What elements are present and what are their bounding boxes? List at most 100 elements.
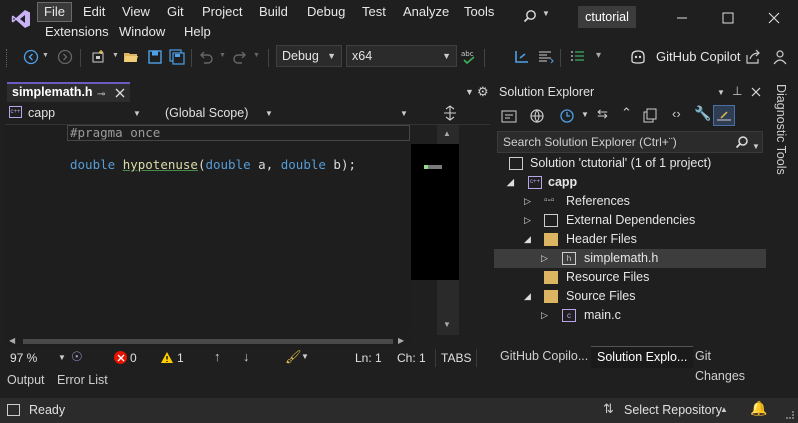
solution-configuration-dropdown[interactable]: Debug ▼ — [276, 45, 342, 67]
close-icon[interactable] — [764, 8, 784, 28]
tab-output[interactable]: Output — [7, 373, 45, 387]
tree-item-references[interactable]: ▷ ▫-▫ References — [494, 192, 766, 211]
scroll-left-icon[interactable]: ◀ — [9, 336, 15, 345]
undo-icon[interactable] — [197, 48, 215, 66]
collapse-all-icon[interactable]: ⌃ — [621, 105, 632, 121]
back-dropdown-icon[interactable]: ▼ — [42, 52, 49, 59]
step-into-icon[interactable] — [512, 48, 532, 66]
tabs-indicator[interactable]: TABS — [435, 349, 478, 367]
diagnostic-tools-side-tab[interactable]: Diagnostic Tools — [768, 82, 798, 368]
warning-count[interactable]: 1 — [177, 351, 184, 365]
collapsed-arrow-icon[interactable]: ▷ — [524, 192, 531, 211]
menu-project[interactable]: Project — [196, 2, 248, 22]
back-icon[interactable] — [22, 48, 40, 66]
menu-test[interactable]: Test — [356, 2, 392, 22]
save-icon[interactable] — [146, 48, 164, 66]
menu-debug[interactable]: Debug — [301, 2, 351, 22]
zoom-dropdown[interactable]: 97 % ▼ — [7, 349, 67, 367]
menu-build[interactable]: Build — [253, 2, 294, 22]
collapsed-arrow-icon[interactable]: ▷ — [541, 306, 548, 325]
tab-simplemath-h[interactable]: simplemath.h ⊸ — [7, 82, 130, 102]
horizontal-scroll-thumb[interactable] — [23, 339, 393, 344]
expanded-arrow-icon[interactable]: ◢ — [507, 173, 514, 192]
menu-help[interactable]: Help — [178, 22, 217, 42]
panel-options-dropdown-icon[interactable]: ▼ — [717, 88, 725, 97]
maximize-icon[interactable] — [718, 8, 738, 28]
source-control-icon[interactable]: ⇅ — [603, 401, 614, 417]
scope-dropdown[interactable]: (Global Scope) ▼ — [148, 104, 280, 123]
new-dropdown-icon[interactable]: ▼ — [112, 52, 119, 59]
tab-list-dropdown-icon[interactable]: ▼ — [465, 87, 474, 97]
horizontal-scrollbar[interactable]: ◀ ▶ — [5, 335, 410, 348]
menu-edit[interactable]: Edit — [77, 2, 111, 22]
redo-dropdown-icon[interactable]: ▼ — [253, 52, 260, 59]
toolbar-overflow-icon[interactable]: ▾ — [596, 50, 601, 61]
show-all-files-icon[interactable] — [641, 107, 659, 125]
menu-extensions[interactable]: Extensions — [39, 22, 115, 42]
redo-icon[interactable] — [231, 48, 249, 66]
tree-item-solution[interactable]: Solution 'ctutorial' (1 of 1 project) — [494, 154, 766, 173]
new-project-icon[interactable] — [88, 48, 108, 66]
error-count[interactable]: 0 — [130, 351, 137, 365]
spell-check-icon[interactable]: abc — [459, 47, 479, 67]
open-folder-icon[interactable] — [122, 48, 140, 66]
view-code-icon[interactable]: ‹› — [672, 106, 681, 121]
tab-solution-explorer[interactable]: Solution Explo... — [591, 346, 694, 368]
tree-item-project-capp[interactable]: ◢ c++ capp — [494, 173, 766, 192]
copilot-label[interactable]: GitHub Copilot — [656, 49, 741, 64]
search-dropdown-icon[interactable]: ▼ — [542, 9, 550, 18]
menu-analyze[interactable]: Analyze — [397, 2, 455, 22]
error-icon[interactable] — [114, 351, 127, 364]
close-tab-icon[interactable] — [114, 86, 126, 100]
copilot-icon[interactable] — [628, 47, 648, 67]
feedback-icon[interactable] — [770, 47, 790, 67]
notifications-bell-icon[interactable]: 🔔 — [750, 400, 767, 417]
scroll-down-icon[interactable]: ▼ — [443, 320, 451, 329]
collapsed-arrow-icon[interactable]: ▷ — [541, 249, 548, 268]
save-all-icon[interactable] — [168, 48, 186, 66]
repository-dropdown-icon[interactable]: ▲ — [720, 405, 728, 414]
column-indicator[interactable]: Ch: 1 — [397, 351, 426, 365]
properties-wrench-icon[interactable]: 🔧 — [694, 105, 711, 122]
search-icon[interactable] — [520, 7, 540, 25]
expanded-arrow-icon[interactable]: ◢ — [524, 287, 531, 306]
home-icon[interactable] — [500, 107, 518, 125]
tree-item-resource-files[interactable]: Resource Files — [494, 268, 766, 287]
previous-issue-icon[interactable]: ↑ — [214, 349, 221, 364]
tree-item-external-dependencies[interactable]: ▷ External Dependencies — [494, 211, 766, 230]
menu-git[interactable]: Git — [161, 2, 190, 22]
format-icon[interactable] — [536, 48, 556, 66]
expanded-arrow-icon[interactable]: ◢ — [524, 230, 531, 249]
minimize-icon[interactable] — [672, 8, 692, 28]
comment-lines-icon[interactable] — [568, 48, 588, 66]
switch-views-icon[interactable] — [528, 107, 546, 125]
code-cleanup-brush-icon[interactable]: 🖌 — [285, 349, 302, 365]
auto-hide-pin-icon[interactable]: ⊥ — [732, 84, 742, 98]
pin-icon[interactable]: ⊸ — [97, 86, 105, 103]
undo-dropdown-icon[interactable]: ▼ — [219, 52, 226, 59]
pending-changes-filter-icon[interactable] — [558, 107, 576, 125]
tree-item-simplemath-h[interactable]: ▷ h simplemath.h — [494, 249, 766, 268]
preview-selected-items-icon[interactable] — [713, 105, 735, 126]
tree-item-source-files[interactable]: ◢ Source Files — [494, 287, 766, 306]
menu-view[interactable]: View — [116, 2, 156, 22]
tab-error-list[interactable]: Error List — [57, 373, 108, 387]
tree-item-main-c[interactable]: ▷ c main.c — [494, 306, 766, 325]
next-issue-icon[interactable]: ↓ — [243, 349, 250, 364]
menu-file[interactable]: File — [37, 2, 72, 22]
solution-explorer-search-input[interactable]: Search Solution Explorer (Ctrl+¨) ▼ — [497, 131, 763, 153]
select-repository-button[interactable]: Select Repository — [624, 403, 722, 417]
sync-with-active-document-icon[interactable]: ⇆ — [597, 106, 608, 122]
pending-filter-dropdown-icon[interactable]: ▼ — [581, 110, 589, 119]
tab-git-changes[interactable]: Git Changes — [689, 346, 766, 383]
menu-window[interactable]: Window — [113, 22, 171, 42]
scroll-up-icon[interactable]: ▲ — [443, 129, 451, 138]
settings-gear-icon[interactable]: ⚙ — [477, 84, 489, 100]
share-icon[interactable] — [743, 47, 763, 67]
cleanup-dropdown-icon[interactable]: ▼ — [301, 352, 309, 361]
line-ending-indicator[interactable] — [480, 349, 490, 367]
project-dropdown[interactable]: c++ capp ▼ — [7, 104, 143, 123]
visual-studio-logo-icon[interactable] — [10, 8, 32, 30]
member-dropdown[interactable]: ▼ — [283, 104, 415, 123]
split-editor-icon[interactable] — [441, 104, 459, 122]
